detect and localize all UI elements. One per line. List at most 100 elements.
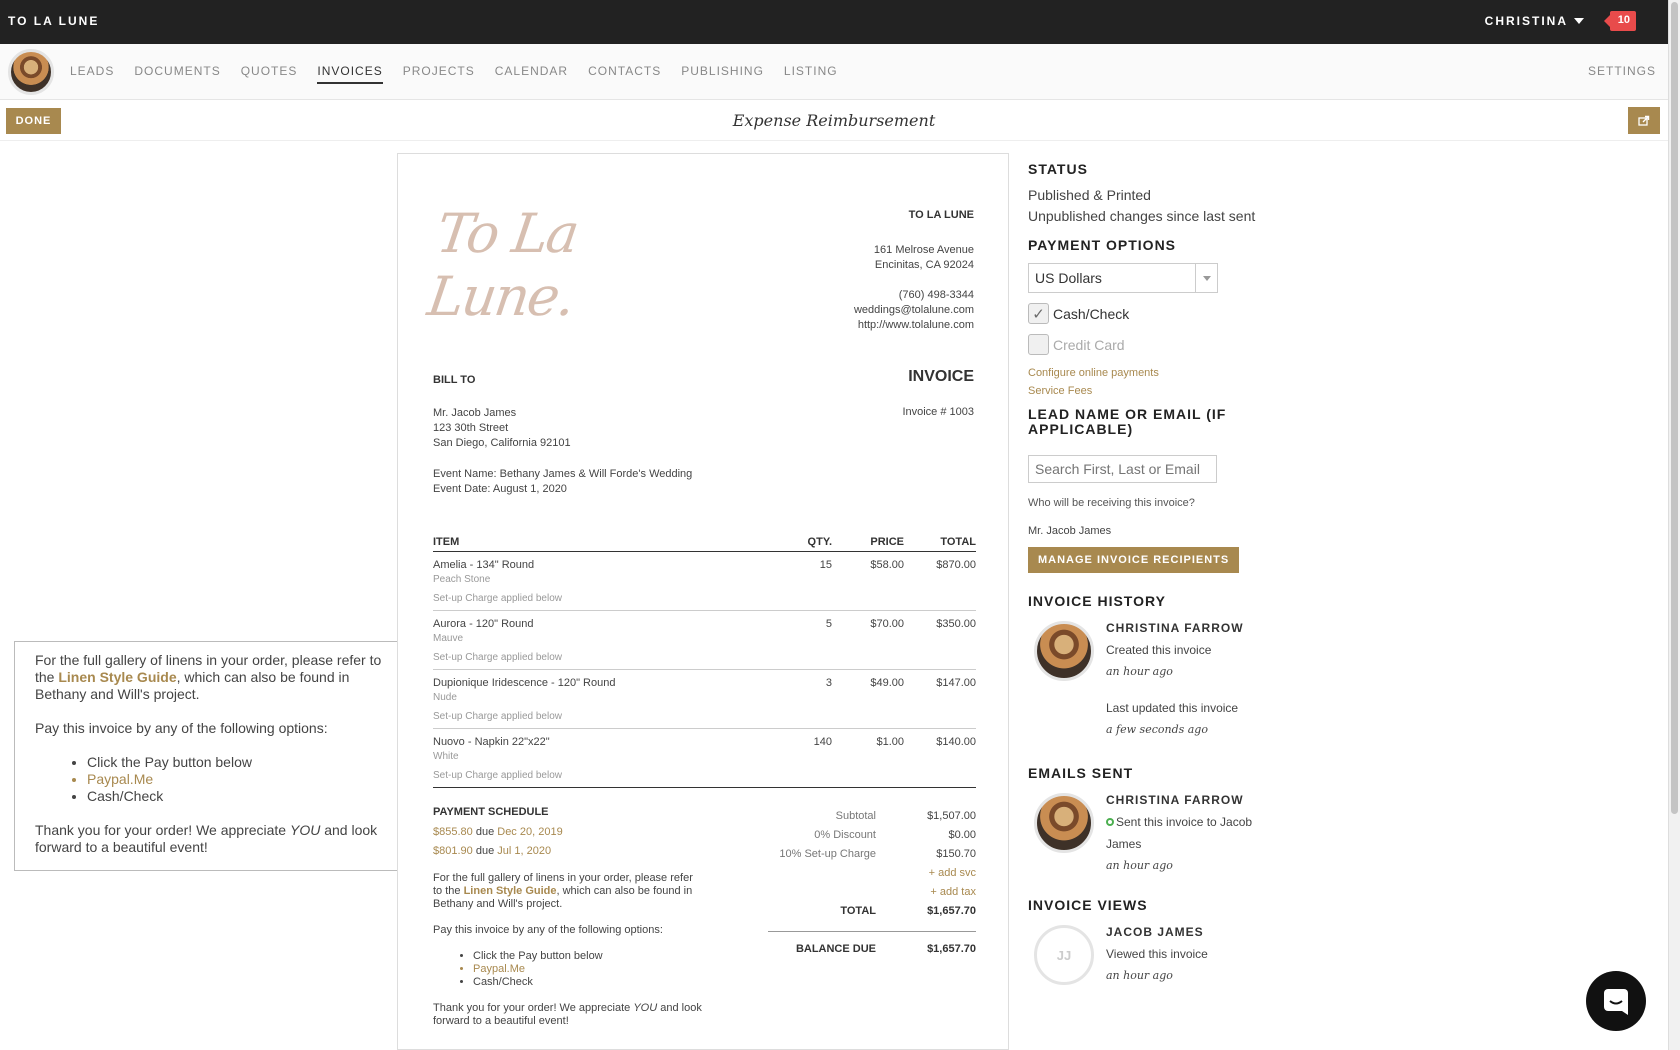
credit-card-checkbox[interactable]: Credit Card	[1028, 334, 1328, 355]
sidebar: STATUS Published & Printed Unpublished c…	[1028, 161, 1328, 987]
schedule-due-label: due	[475, 845, 495, 857]
history-entry: CHRISTINA FARROW Created this invoice an…	[1028, 617, 1328, 741]
add-tax-link[interactable]: + add tax	[768, 883, 976, 902]
nav-item-projects[interactable]: PROJECTS	[403, 64, 475, 84]
table-row[interactable]: Amelia - 134" Round 15 $58.00 $870.00 Peach …	[433, 552, 976, 611]
note-paragraph-2: Pay this invoice by any of the following…	[433, 924, 663, 936]
item-setup-note: Set-up Charge applied below	[433, 711, 562, 722]
share-button[interactable]	[1628, 107, 1660, 134]
discount-label[interactable]: 0% Discount	[768, 826, 916, 845]
linen-guide-link[interactable]: Linen Style Guide	[464, 885, 557, 897]
list-item: Click the Pay button below	[87, 754, 395, 771]
nav-settings[interactable]: SETTINGS	[1588, 64, 1656, 78]
setup-charge-value: $150.70	[936, 848, 976, 860]
subtotal-value: $1,507.00	[927, 810, 976, 822]
linen-guide-link[interactable]: Linen Style Guide	[58, 669, 176, 685]
item-variant: Mauve	[433, 633, 464, 644]
status-published: Published & Printed	[1028, 187, 1151, 203]
chat-button[interactable]	[1586, 971, 1646, 1031]
status-heading: STATUS	[1028, 161, 1088, 177]
setup-charge-label[interactable]: 10% Set-up Charge	[768, 845, 916, 864]
nav-item-publishing[interactable]: PUBLISHING	[681, 64, 764, 84]
bill-to-address: Mr. Jacob James 123 30th Street San Dieg…	[433, 406, 571, 451]
note-paragraph-2: Pay this invoice by any of the following…	[35, 720, 328, 736]
view-entry: JJ JACOB JAMES Viewed this invoice an ho…	[1028, 921, 1328, 987]
event-date: Event Date: August 1, 2020	[433, 483, 567, 495]
schedule-date[interactable]: Dec 20, 2019	[497, 826, 562, 838]
note-paragraph-1: For the full gallery of linens in your o…	[35, 652, 395, 703]
schedule-date[interactable]: Jul 1, 2020	[497, 845, 551, 857]
event-info: Event Name: Bethany James & Will Forde's…	[433, 467, 692, 497]
view-info: JACOB JAMES Viewed this invoice an hour …	[1106, 921, 1208, 987]
nav-item-leads[interactable]: LEADS	[70, 64, 114, 84]
done-button[interactable]: DONE	[6, 108, 61, 134]
item-qty: 3	[825, 677, 832, 689]
share-icon	[1638, 115, 1650, 126]
service-fees-link[interactable]: Service Fees	[1028, 385, 1328, 397]
currency-select[interactable]: US Dollars	[1028, 263, 1218, 293]
item-name: Amelia - 134" Round	[433, 559, 535, 571]
client-street: 123 30th Street	[433, 422, 509, 434]
history-time: a few seconds ago	[1106, 723, 1208, 736]
user-name[interactable]: CHRISTINA	[1485, 14, 1568, 28]
nav-item-contacts[interactable]: CONTACTS	[588, 64, 661, 84]
credit-card-label: Credit Card	[1053, 336, 1125, 353]
caret-down-icon[interactable]	[1574, 18, 1584, 24]
cash-check-checkbox[interactable]: ✓ Cash/Check	[1028, 303, 1328, 324]
notification-badge[interactable]: 10	[1603, 11, 1636, 31]
invoice-note-editor[interactable]: For the full gallery of linens in your o…	[14, 641, 416, 871]
bill-to-heading: BILL TO	[433, 374, 476, 386]
checkmark-icon[interactable]: ✓	[1028, 303, 1049, 324]
payment-schedule-heading: PAYMENT SCHEDULE	[433, 806, 549, 818]
scrollbar-thumb[interactable]	[1671, 2, 1678, 814]
table-row[interactable]: Aurora - 120" Round 5 $70.00 $350.00 Mauve Se…	[433, 611, 976, 670]
company-logo: To La Lune.	[423, 202, 582, 328]
note-text: Thank you for your order! We appreciate	[35, 822, 290, 838]
item-total: $870.00	[936, 559, 976, 571]
configure-payments-link[interactable]: Configure online payments	[1028, 367, 1328, 379]
company-address-2: Encinitas, CA 92024	[874, 259, 974, 271]
main-nav: LEADS DOCUMENTS QUOTES INVOICES PROJECTS CALE…	[0, 44, 1668, 100]
paypal-link[interactable]: Paypal.Me	[87, 771, 395, 788]
email-entry: CHRISTINA FARROW Sent this invoice to Ja…	[1028, 789, 1328, 877]
totals: Subtotal $1,507.00 0% Discount $0.00 10% S…	[768, 807, 976, 959]
lead-search-input[interactable]	[1028, 455, 1217, 483]
nav-item-documents[interactable]: DOCUMENTS	[134, 64, 220, 84]
chevron-down-icon[interactable]	[1195, 264, 1217, 292]
email-action: Sent this invoice to Jacob James	[1106, 815, 1253, 851]
item-total: $140.00	[936, 736, 976, 748]
recipient-question: Who will be receiving this invoice?	[1028, 497, 1195, 509]
table-row[interactable]: Dupionique Iridescence - 120" Round 3 $49.…	[433, 670, 976, 729]
item-setup-note: Set-up Charge applied below	[433, 652, 562, 663]
lead-heading: LEAD NAME OR EMAIL (IF APPLICABLE)	[1028, 406, 1227, 437]
table-row[interactable]: Nuovo - Napkin 22"x22" 140 $1.00 $140.00 Whi…	[433, 729, 976, 788]
checkbox-empty-icon[interactable]	[1028, 334, 1049, 355]
scrollbar[interactable]	[1668, 0, 1680, 1050]
item-total: $350.00	[936, 618, 976, 630]
divider	[768, 931, 976, 932]
nav-item-quotes[interactable]: QUOTES	[241, 64, 298, 84]
nav-item-calendar[interactable]: CALENDAR	[495, 64, 568, 84]
paypal-link[interactable]: Paypal.Me	[473, 963, 703, 976]
balance-due-value: $1,657.70	[927, 943, 976, 955]
schedule-amount[interactable]: $855.80	[433, 826, 473, 838]
balance-due-label: BALANCE DUE	[795, 943, 876, 955]
total-value: $1,657.70	[927, 905, 976, 917]
manage-recipients-button[interactable]: MANAGE INVOICE RECIPIENTS	[1028, 547, 1240, 573]
nav-item-listing[interactable]: LISTING	[784, 64, 838, 84]
item-price: $58.00	[870, 559, 904, 571]
schedule-item[interactable]: $801.90 due Jul 1, 2020	[433, 842, 563, 861]
column-header: PRICE	[870, 536, 904, 548]
schedule-amount[interactable]: $801.90	[433, 845, 473, 857]
nav-item-invoices[interactable]: INVOICES	[317, 64, 383, 84]
brand-name[interactable]: TO LA LUNE	[8, 14, 99, 28]
add-svc-link[interactable]: + add svc	[768, 864, 976, 883]
item-name: Dupionique Iridescence - 120" Round	[433, 677, 616, 689]
user-menu[interactable]: CHRISTINA	[1485, 14, 1584, 28]
avatar[interactable]	[8, 49, 54, 95]
page-title: Expense Reimbursement	[732, 111, 936, 130]
avatar	[1034, 793, 1094, 853]
schedule-item[interactable]: $855.80 due Dec 20, 2019	[433, 823, 563, 842]
item-name: Aurora - 120" Round	[433, 618, 534, 630]
column-header: TOTAL	[940, 536, 976, 548]
